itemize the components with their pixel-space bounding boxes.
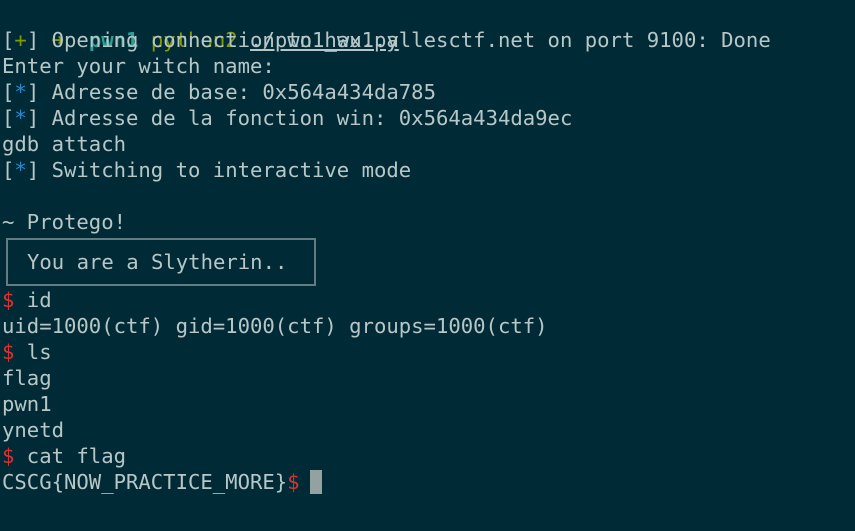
connection-text: Opening connection to hax1.allesctf.net … — [39, 28, 771, 52]
star-tag: * — [14, 80, 27, 104]
win-address-text: Adresse de la fonction win: 0x564a434da9… — [39, 106, 573, 130]
shell-prompt-dollar: $ — [2, 288, 15, 312]
shell-prompt-dollar: $ — [2, 444, 15, 468]
ls-output-item: flag — [2, 366, 52, 390]
house-box: You are a Slytherin.. — [6, 238, 316, 286]
flag-output-line: CSCG{NOW_PRACTICE_MORE}$ — [0, 469, 855, 495]
ls-output-item: pwn1 — [2, 392, 52, 416]
shell-line-cat: $ cat flag — [0, 443, 855, 469]
interactive-text: Switching to interactive mode — [39, 158, 412, 182]
shell-prompt-dollar: $ — [287, 470, 300, 494]
terminal-cursor[interactable] — [309, 470, 322, 494]
output-line-base-address: [*] Adresse de base: 0x564a434da785 — [2, 80, 436, 104]
output-line-protego: ~ Protego! — [2, 210, 126, 234]
star-tag: * — [14, 158, 27, 182]
output-line-connection: [+] Opening connection to hax1.allesctf.… — [2, 28, 771, 52]
flag-text: CSCG{NOW_PRACTICE_MORE} — [2, 470, 288, 494]
house-box-row: You are a Slytherin.. — [0, 235, 855, 287]
shell-command-cat: cat flag — [14, 444, 126, 468]
shell-command-ls: ls — [14, 340, 52, 364]
shell-command-id: id — [14, 288, 52, 312]
id-output: uid=1000(ctf) gid=1000(ctf) groups=1000(… — [2, 314, 548, 338]
output-line-witch-prompt: Enter your witch name: — [2, 54, 275, 78]
output-line-interactive: [*] Switching to interactive mode — [2, 158, 412, 182]
shell-line-ls: $ ls — [0, 339, 855, 365]
output-line-win-address: [*] Adresse de la fonction win: 0x564a43… — [2, 106, 573, 130]
ls-output-item: ynetd — [2, 418, 64, 442]
prompt-line: ➜ pwn1 python2 ./pwn1_wu.py — [0, 1, 855, 52]
base-address-text: Adresse de base: 0x564a434da785 — [39, 80, 436, 104]
shell-line-id: $ id — [0, 287, 855, 313]
terminal-window[interactable]: ➜ pwn1 python2 ./pwn1_wu.py [+] Opening … — [0, 0, 855, 531]
output-line-gdb: gdb attach — [2, 132, 126, 156]
plus-tag: + — [14, 28, 27, 52]
shell-prompt-dollar: $ — [2, 340, 15, 364]
star-tag: * — [14, 106, 27, 130]
